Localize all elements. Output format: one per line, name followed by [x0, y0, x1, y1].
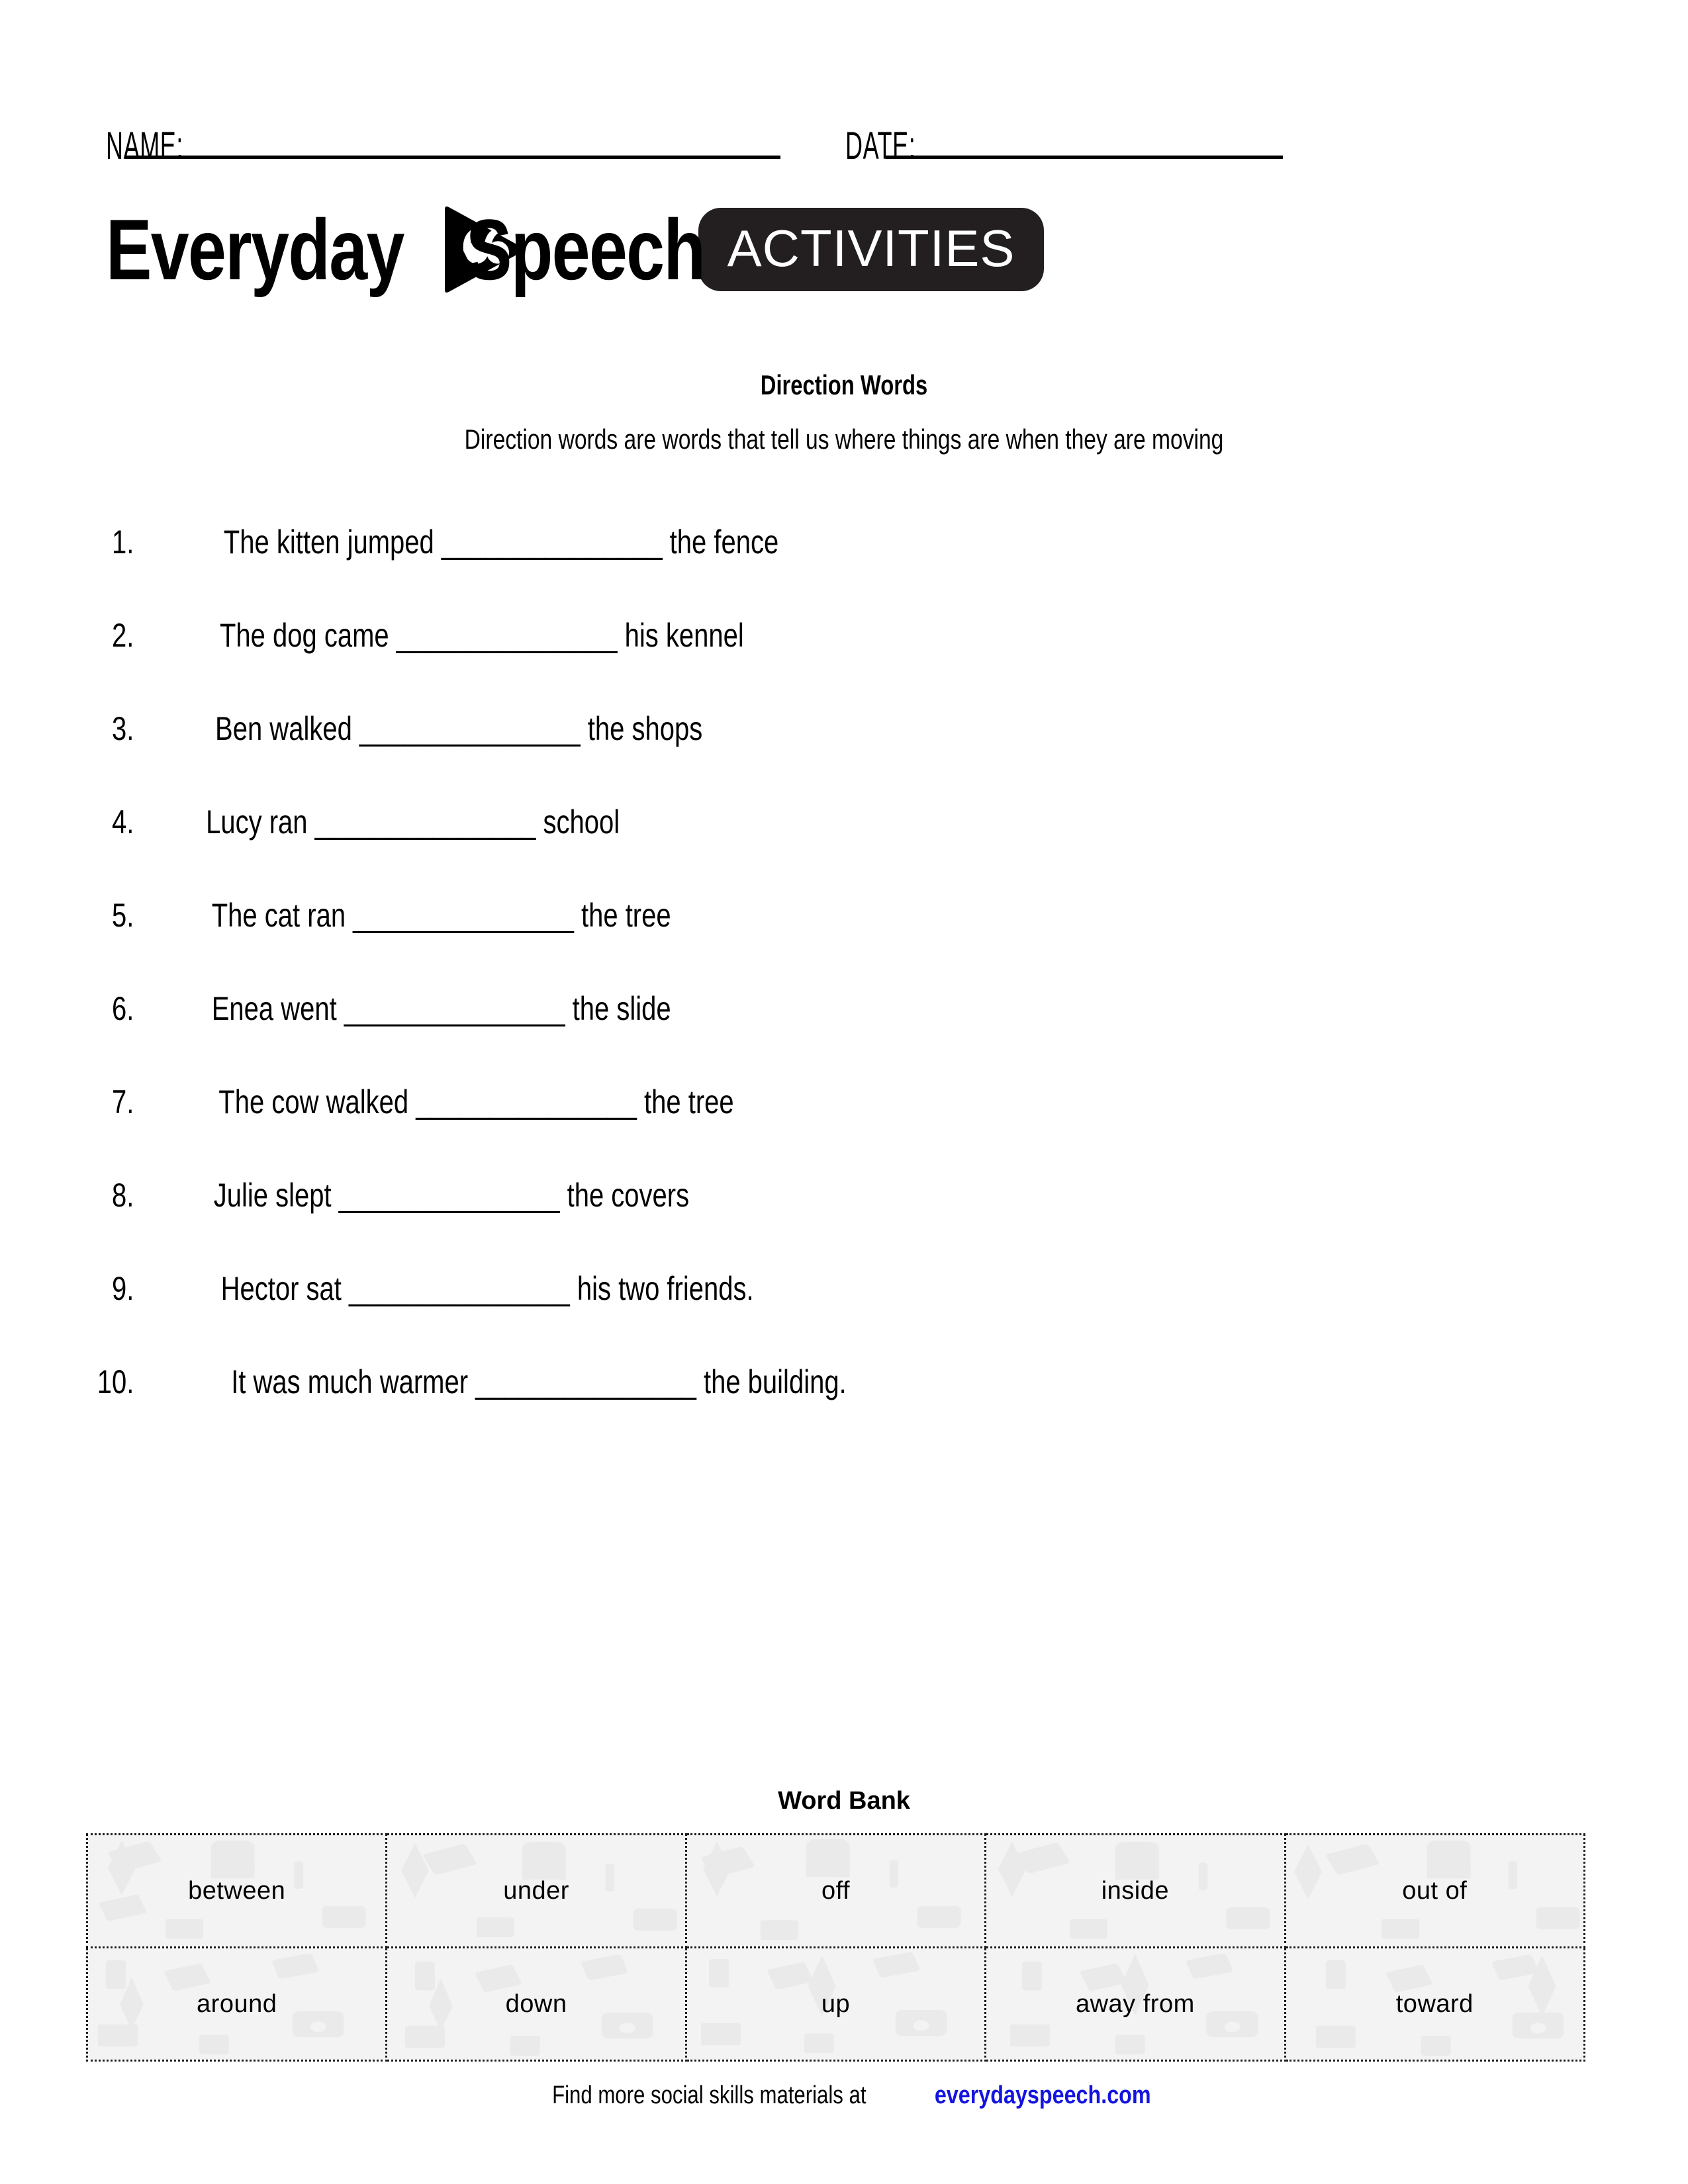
question-item[interactable]: 4. Lucy ran _______________ school [83, 803, 1605, 896]
word-bank-heading: Word Bank [778, 1787, 910, 1815]
question-number: 4. [112, 803, 134, 841]
word-bank-table: between under off inside out of around d… [85, 1833, 1586, 2062]
word-bank-cell[interactable]: off [684, 1833, 987, 1948]
question-list: 1. The kitten jumped _______________ the… [83, 523, 1605, 1456]
question-text: It was much warmer _______________ the b… [231, 1363, 847, 1400]
question-number: 3. [112, 710, 134, 747]
question-item[interactable]: 1. The kitten jumped _______________ the… [83, 523, 1605, 616]
word-bank-cell[interactable]: toward [1284, 1946, 1586, 2062]
word-bank-word: off [821, 1876, 850, 1905]
question-item[interactable]: 7. The cow walked _______________ the tr… [83, 1083, 1605, 1176]
name-input-line[interactable] [124, 156, 780, 159]
footer: Find more social skills materials at eve… [0, 2081, 1688, 2110]
date-input-line[interactable] [886, 156, 1284, 159]
word-bank-cell[interactable]: away from [984, 1946, 1286, 2062]
question-text: Ben walked _______________ the shops [215, 710, 703, 747]
question-number: 7. [112, 1083, 134, 1120]
word-bank-cell[interactable]: out of [1284, 1833, 1586, 1948]
table-row: around down up away from toward [85, 1946, 1586, 2062]
name-label: NAME: [106, 124, 183, 167]
question-text: Enea went _______________ the slide [211, 990, 671, 1027]
question-number: 5. [112, 897, 134, 934]
question-number: 6. [112, 990, 134, 1027]
question-text: The kitten jumped _______________ the fe… [223, 523, 779, 561]
question-number: 1. [112, 523, 134, 561]
date-label: DATE: [845, 124, 916, 167]
table-row: between under off inside out of [85, 1833, 1586, 1948]
word-bank-cell[interactable]: inside [984, 1833, 1286, 1948]
question-text: The cow walked _______________ the tree [218, 1083, 734, 1120]
word-bank-cell[interactable]: between [85, 1833, 388, 1948]
question-number: 9. [112, 1270, 134, 1307]
word-bank-cell[interactable]: around [85, 1946, 388, 2062]
question-item[interactable]: 8. Julie slept _______________ the cover… [83, 1176, 1605, 1269]
word-bank-word: around [197, 1989, 277, 2018]
question-item[interactable]: 6. Enea went _______________ the slide [83, 989, 1605, 1083]
question-item[interactable]: 10. It was much warmer _______________ t… [83, 1363, 1605, 1456]
question-number: 8. [112, 1177, 134, 1214]
question-text: Hector sat _______________ his two frien… [220, 1270, 754, 1307]
word-bank-cell[interactable]: up [684, 1946, 987, 2062]
logo-word-speech: Speech [466, 201, 706, 298]
question-text: The dog came _______________ his kennel [219, 617, 744, 654]
word-bank-word: down [505, 1989, 567, 2018]
activities-badge: ACTIVITIES [698, 208, 1045, 291]
word-bank-word: under [503, 1876, 569, 1905]
question-item[interactable]: 3. Ben walked _______________ the shops [83, 709, 1605, 803]
footer-website-link[interactable]: everydayspeech.com [935, 2081, 1151, 2110]
word-bank-word: inside [1101, 1876, 1170, 1905]
question-text: Julie slept _______________ the covers [213, 1177, 690, 1214]
footer-text: Find more social skills materials at [552, 2081, 867, 2109]
name-date-row: NAME: DATE: [106, 106, 1582, 165]
logo-word-everyday: Everyday [106, 201, 404, 298]
question-number: 2. [112, 617, 134, 654]
question-text: The cat ran _______________ the tree [211, 897, 671, 934]
question-item[interactable]: 2. The dog came _______________ his kenn… [83, 616, 1605, 709]
question-item[interactable]: 5. The cat ran _______________ the tree [83, 896, 1605, 989]
word-bank-word: toward [1395, 1989, 1474, 2018]
page-subtitle: Direction words are words that tell us w… [464, 424, 1224, 455]
word-bank-cell[interactable]: under [385, 1833, 687, 1948]
question-item[interactable]: 9. Hector sat _______________ his two fr… [83, 1269, 1605, 1363]
word-bank-word: out of [1402, 1876, 1468, 1905]
word-bank-word: up [821, 1989, 851, 2018]
brand-logo-bar: Everyday Speech ACTIVITIES [106, 187, 1582, 312]
question-number: 10. [97, 1363, 134, 1400]
question-text: Lucy ran _______________ school [206, 803, 620, 841]
page-title: Direction Words [760, 369, 928, 400]
word-bank-word: away from [1075, 1989, 1195, 2018]
word-bank-word: between [188, 1876, 286, 1905]
word-bank-cell[interactable]: down [385, 1946, 687, 2062]
